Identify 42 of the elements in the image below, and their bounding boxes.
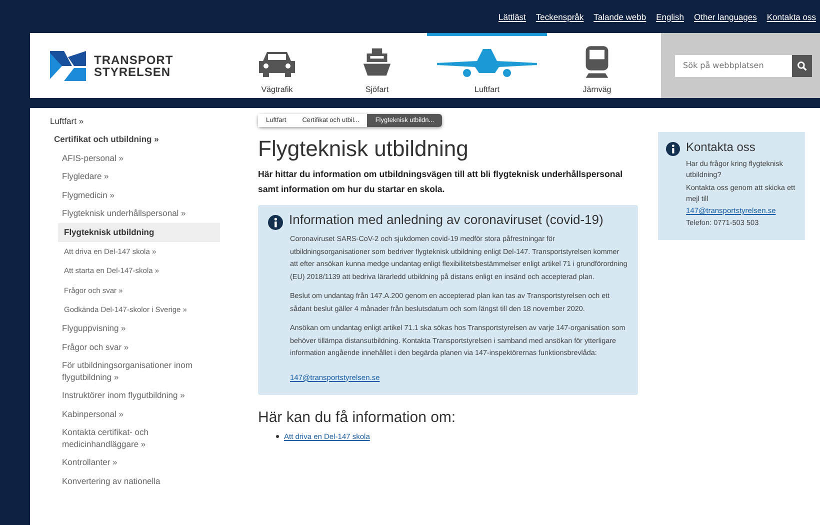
top-link[interactable]: Lättläst [498,12,526,22]
sidebar-item[interactable]: Flygmedicin » [50,186,220,204]
sidebar-item[interactable]: Flygteknisk underhållspersonal » [50,204,220,223]
sidebar-item[interactable]: AFIS-personal » [50,149,220,168]
airplane-icon [437,49,537,79]
search-icon [797,60,807,70]
section-heading: Här kan du få information om: [258,408,457,426]
train-icon [583,45,611,79]
logo-text: STYRELSEN [94,66,172,78]
sidebar-item[interactable]: Kontakta certifikat- och medicinhandläggare » [50,424,220,454]
sidebar-item[interactable]: Flygteknisk utbildning [58,223,220,242]
nav-tab[interactable]: Järnväg [547,33,647,98]
sidebar-item[interactable]: För utbildningsorganisationer inom flygutbildning » [50,356,220,386]
sidebar-item[interactable]: Instruktörer inom flygutbildning » [50,386,220,405]
sidebar-item[interactable]: Kabinpersonal » [50,405,220,424]
top-link[interactable]: Talande webb [594,12,646,22]
search-button[interactable] [792,54,812,76]
top-link[interactable]: Other languages [694,12,757,22]
sidebar-item[interactable]: Flyguppvisning » [50,320,220,338]
car-icon [257,49,297,79]
nav-tab[interactable]: Sjöfart [327,33,427,98]
sidebar-item[interactable]: Luftfart » [50,112,220,130]
sidebar-item[interactable]: Frågor och svar » [50,338,220,356]
logo-icon[interactable] [50,50,86,80]
top-link[interactable]: Kontakta oss [766,12,816,22]
nav-tab[interactable]: Luftfart [427,33,547,98]
bullet-icon [276,434,279,438]
sidebar-item[interactable]: Kontrollanter » [50,454,220,472]
info-icon [666,142,680,156]
top-link[interactable]: English [656,12,684,22]
page-title: Flygteknisk utbildning [258,136,470,162]
notice-title: Information med anledning av coronaviruset (covid-19) [289,213,604,227]
info-icon [268,215,283,230]
intro-text: Här hittar du information om utbildningsvägen till att bli flygteknisk underhållspersonal samt information om hur du startar en skola. [258,168,624,196]
top-link[interactable]: Teckenspråk [536,12,584,22]
contact-title: Kontakta oss [686,140,756,154]
logo-text: TRANSPORT [94,54,174,66]
sidebar-item[interactable]: Flygledare » [50,168,220,186]
sidebar-item[interactable]: Certifikat och utbildning » [50,130,220,149]
sidebar-item[interactable]: Konvertering av nationella [50,472,220,490]
nav-tab[interactable]: Vägtrafik [227,33,327,98]
search-field[interactable]: Sök på webbplatsen [675,54,792,76]
